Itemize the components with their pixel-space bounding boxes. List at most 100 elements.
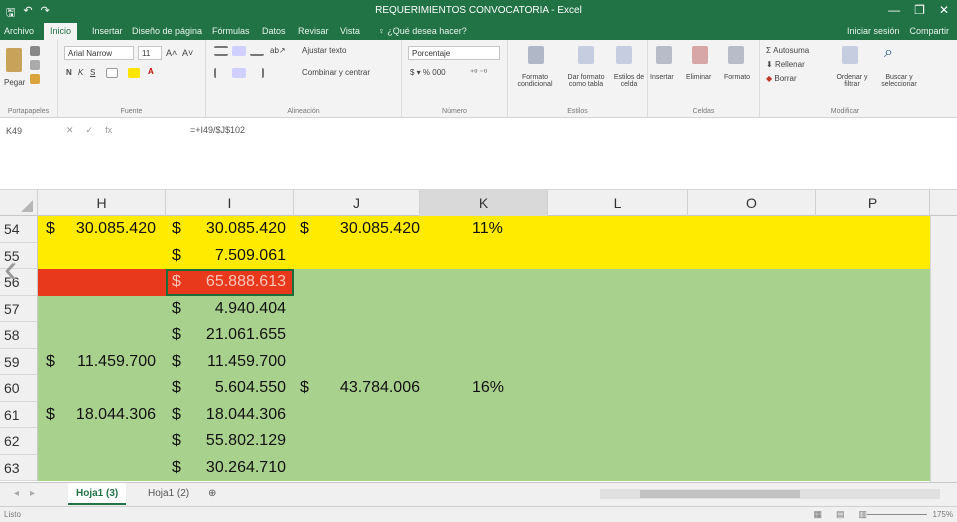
cell-k[interactable]: [420, 349, 548, 376]
tab-page-layout[interactable]: Diseño de página: [132, 26, 202, 36]
cell-j[interactable]: 43.784.006: [330, 375, 420, 402]
cell-h[interactable]: [60, 269, 156, 296]
currency-format-icon[interactable]: $ ▾ % 000: [410, 68, 446, 77]
cell-k[interactable]: 16%: [420, 375, 548, 402]
cell-i[interactable]: 30.085.420: [196, 216, 286, 243]
cell-styles-label[interactable]: Estilos de celda: [612, 74, 646, 88]
column-header-o[interactable]: O: [688, 190, 816, 216]
sort-filter-label[interactable]: Ordenar y filtrar: [830, 74, 874, 88]
cell-k[interactable]: [420, 243, 548, 270]
clear-button[interactable]: ◆ Borrar: [766, 74, 797, 83]
delete-label[interactable]: Eliminar: [686, 74, 711, 81]
cell-j[interactable]: [330, 428, 420, 455]
delete-cells-icon[interactable]: [692, 46, 708, 64]
tab-file[interactable]: Archivo: [4, 26, 34, 36]
cell-h[interactable]: 11.459.700: [60, 349, 156, 376]
underline-button[interactable]: S: [90, 68, 95, 77]
cell-i-sym[interactable]: $: [172, 296, 196, 323]
fill-color-icon[interactable]: [128, 68, 140, 78]
merge-center-button[interactable]: Combinar y centrar: [302, 68, 370, 77]
orientation-icon[interactable]: ab↗: [270, 46, 286, 55]
cell-k[interactable]: [420, 402, 548, 429]
cell-i-sym[interactable]: $: [172, 322, 196, 349]
select-all-button[interactable]: [0, 190, 38, 216]
cell-j-sym[interactable]: [300, 296, 324, 323]
shrink-font-icon[interactable]: A˅: [182, 48, 193, 58]
sign-in-link[interactable]: Iniciar sesión: [847, 26, 900, 36]
cell-k[interactable]: [420, 322, 548, 349]
sheet-tab-hoja1-2[interactable]: Hoja1 (2): [140, 483, 197, 505]
page-break-view-icon[interactable]: ▥: [858, 509, 867, 520]
cell-j[interactable]: [330, 322, 420, 349]
cell-j[interactable]: [330, 296, 420, 323]
cell-j-sym[interactable]: [300, 269, 324, 296]
align-bottom-icon[interactable]: [250, 46, 264, 56]
conditional-format-label[interactable]: Formato condicional: [510, 74, 560, 88]
copy-icon[interactable]: [30, 60, 40, 70]
cancel-icon[interactable]: ✕: [66, 125, 74, 136]
cut-icon[interactable]: [30, 46, 40, 56]
cell-j[interactable]: [330, 455, 420, 482]
tab-formulas[interactable]: Fórmulas: [212, 26, 250, 36]
format-cells-icon[interactable]: [728, 46, 744, 64]
minimize-button[interactable]: —: [888, 3, 900, 17]
paste-icon[interactable]: [6, 48, 22, 72]
cell-i-sym[interactable]: $: [172, 428, 196, 455]
close-button[interactable]: ✕: [939, 3, 949, 17]
align-middle-icon[interactable]: [232, 46, 246, 56]
cell-j-sym[interactable]: [300, 455, 324, 482]
column-header-j[interactable]: J: [294, 190, 420, 216]
sort-filter-icon[interactable]: [842, 46, 858, 64]
cell-i-sym[interactable]: $: [172, 216, 196, 243]
cell-j-sym[interactable]: [300, 322, 324, 349]
borders-icon[interactable]: [106, 68, 118, 78]
cell-k[interactable]: [420, 428, 548, 455]
format-table-label[interactable]: Dar formato como tabla: [562, 74, 610, 88]
cell-j[interactable]: [330, 349, 420, 376]
column-header-p[interactable]: P: [816, 190, 930, 216]
cell-i[interactable]: 30.264.710: [196, 455, 286, 482]
scroll-left-arrow-icon[interactable]: ‹: [4, 249, 17, 289]
row-header[interactable]: 61: [0, 401, 38, 428]
horizontal-scrollbar[interactable]: [600, 489, 940, 499]
number-format-select[interactable]: Porcentaje: [408, 46, 500, 60]
font-name-select[interactable]: Arial Narrow: [64, 46, 134, 60]
column-header-l[interactable]: L: [548, 190, 688, 216]
cell-h[interactable]: [60, 243, 156, 270]
insert-cells-icon[interactable]: [656, 46, 672, 64]
font-color-icon[interactable]: A: [148, 67, 154, 76]
formula-input[interactable]: =+I49/$J$102: [190, 125, 245, 135]
row-header[interactable]: 58: [0, 322, 38, 349]
cell-k[interactable]: [420, 455, 548, 482]
cell-i-sym[interactable]: $: [172, 269, 196, 296]
cell-k[interactable]: 11%: [420, 216, 548, 243]
scrollbar-thumb[interactable]: [640, 490, 800, 498]
cell-j[interactable]: 30.085.420: [330, 216, 420, 243]
zoom-slider[interactable]: [867, 514, 927, 515]
cell-h[interactable]: [60, 455, 156, 482]
column-header-i[interactable]: I: [166, 190, 294, 216]
cell-i[interactable]: 21.061.655: [196, 322, 286, 349]
cell-i[interactable]: 55.802.129: [196, 428, 286, 455]
cell-j-sym[interactable]: $: [300, 216, 324, 243]
fx-icon[interactable]: fx: [105, 125, 112, 136]
cell-j[interactable]: [330, 243, 420, 270]
row-header[interactable]: 59: [0, 348, 38, 375]
find-select-label[interactable]: Buscar y seleccionar: [874, 74, 924, 88]
cell-i-sym[interactable]: $: [172, 455, 196, 482]
format-table-icon[interactable]: [578, 46, 594, 64]
font-size-select[interactable]: 11: [138, 46, 162, 60]
cell-h[interactable]: [60, 296, 156, 323]
sheet-grid[interactable]: 54 $30.085.420 $30.085.420 $30.085.420 11% 55…: [0, 216, 957, 482]
row-header[interactable]: 60: [0, 375, 38, 402]
italic-button[interactable]: K: [78, 68, 83, 77]
page-layout-view-icon[interactable]: ▤: [836, 509, 845, 520]
row-header[interactable]: 62: [0, 428, 38, 455]
normal-view-icon[interactable]: ▦: [813, 509, 822, 520]
cell-i[interactable]: 4.940.404: [196, 296, 286, 323]
bold-button[interactable]: N: [66, 68, 72, 77]
cell-k[interactable]: [420, 269, 548, 296]
tab-insert[interactable]: Insertar: [92, 26, 123, 36]
format-painter-icon[interactable]: [30, 74, 40, 84]
tab-scroll-right-icon[interactable]: ▸: [22, 483, 43, 505]
